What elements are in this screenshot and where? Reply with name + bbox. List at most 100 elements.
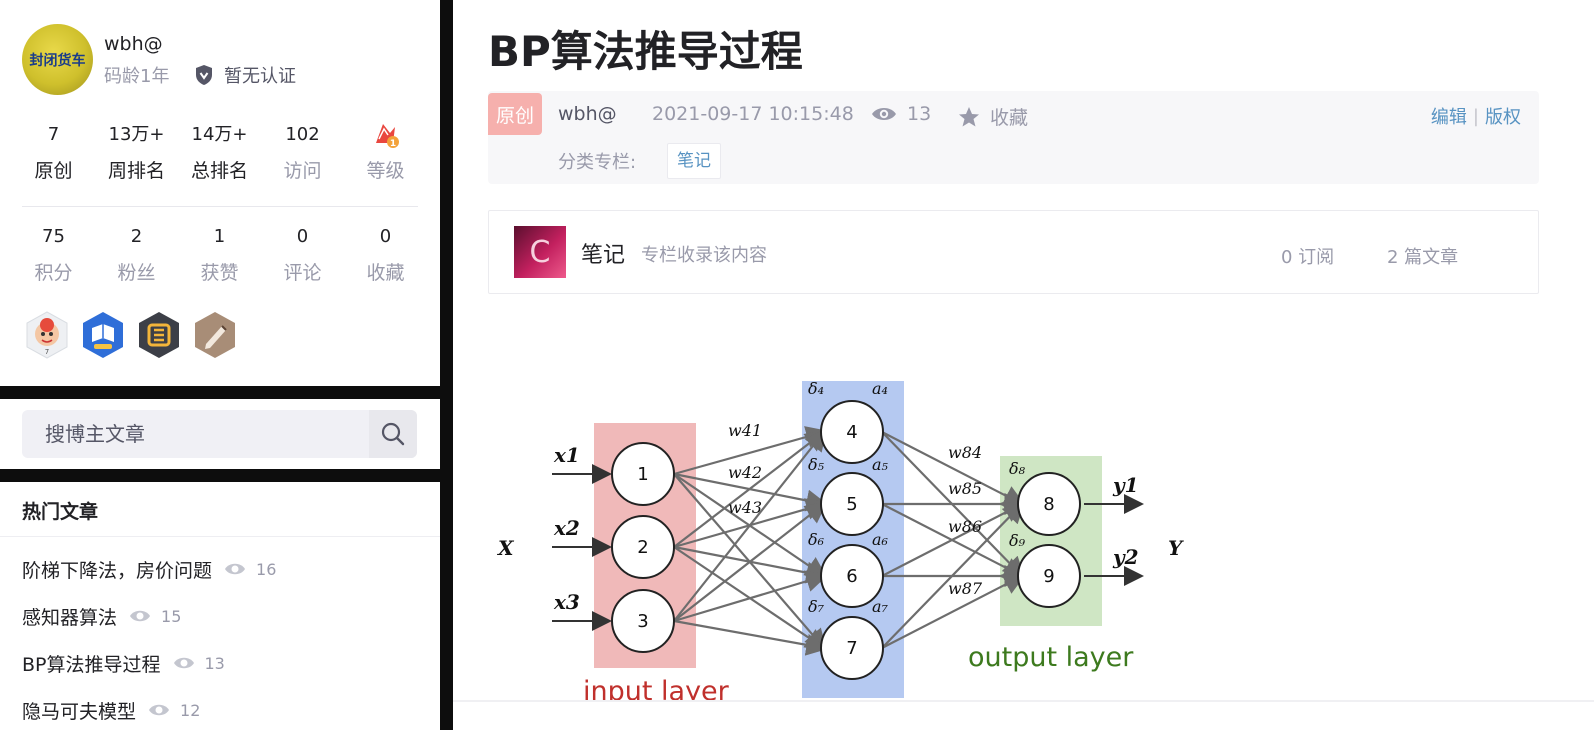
weight-w84: w84	[948, 443, 982, 462]
stat-level[interactable]: 1 等级	[344, 120, 427, 184]
svg-text:δ₇: δ₇	[808, 597, 825, 616]
original-tag: 原创	[488, 93, 542, 135]
stat-original[interactable]: 7 原创	[12, 120, 95, 184]
stats-row-2: 75 积分 2 粉丝 1 获赞 0 评论 0 收藏	[12, 222, 427, 286]
search-card	[0, 399, 440, 469]
hot-articles-card: 热门文章 阶梯下降法，房价问题 16 感知器算法 15 BP算法推导过程 13 …	[0, 482, 440, 730]
level-icon: 1	[344, 120, 427, 150]
shield-icon	[196, 65, 212, 85]
node-9: 9	[1043, 566, 1054, 587]
hot-article-title[interactable]: 感知器算法	[22, 603, 117, 630]
star-icon	[959, 106, 979, 126]
avatar[interactable]: 封闭货车	[22, 24, 93, 95]
label-x2: x2	[553, 516, 580, 540]
node-5: 5	[846, 494, 857, 515]
stats-divider	[22, 206, 418, 207]
category-label: 分类专栏:	[558, 152, 637, 173]
eye-icon	[872, 108, 896, 120]
publish-date: 2021-09-17 10:15:48	[652, 103, 854, 125]
label-X: X	[496, 536, 515, 560]
article-meta: 原创 wbh@ 2021-09-17 10:15:48 13 收藏 编辑 | 版…	[488, 91, 1539, 184]
stat-label: 访问	[283, 160, 322, 182]
svg-text:1: 1	[389, 139, 395, 149]
copyright-link[interactable]: 版权	[1485, 103, 1521, 129]
monkey-badge-icon[interactable]: 7	[24, 310, 70, 360]
column-card[interactable]: C 笔记 专栏收录该内容 0 订阅 2 篇文章	[488, 210, 1539, 294]
stat-num: 0	[379, 226, 392, 247]
author-link[interactable]: wbh@	[558, 103, 617, 125]
stat-likes: 1 获赞	[178, 222, 261, 286]
stat-fans[interactable]: 2 粉丝	[95, 222, 178, 286]
label-y1: y1	[1112, 473, 1139, 497]
hot-articles-list: 阶梯下降法，房价问题 16 感知器算法 15 BP算法推导过程 13 隐马可夫模…	[22, 556, 276, 730]
book-badge-icon[interactable]	[80, 310, 126, 360]
svg-text:7: 7	[45, 348, 49, 356]
persistence-badge-icon[interactable]	[136, 310, 182, 360]
pen-badge-icon[interactable]	[192, 310, 238, 360]
stat-num: 75	[42, 226, 65, 247]
node-1: 1	[637, 464, 648, 485]
column-articles: 2 篇文章	[1387, 247, 1459, 268]
stat-label: 总排名	[190, 160, 248, 182]
stat-label: 收藏	[366, 262, 405, 284]
eye-icon	[225, 563, 246, 575]
hot-divider	[0, 536, 440, 537]
hot-article-views: 13	[204, 654, 225, 673]
weight-w87: w87	[948, 579, 983, 598]
eye-icon	[130, 610, 151, 622]
hot-article-title[interactable]: BP算法推导过程	[22, 650, 161, 677]
link-separator: |	[1472, 105, 1479, 127]
edit-link[interactable]: 编辑	[1431, 103, 1467, 129]
bp-network-figure: 1 2 3 4 5 6 7 8 9 X Y x1 x2 x3 y1 y2 w41…	[496, 379, 1184, 700]
svg-text:δ₆: δ₆	[808, 530, 825, 549]
stat-favorites: 0 收藏	[344, 222, 427, 286]
column-desc: 专栏收录该内容	[641, 245, 767, 266]
svg-text:a₄: a₄	[872, 379, 888, 398]
eye-icon	[173, 657, 194, 669]
search-button[interactable]	[369, 410, 417, 458]
badges: 7	[24, 310, 238, 360]
cert-label: 暂无认证	[224, 66, 296, 87]
svg-text:a₇: a₇	[872, 597, 889, 616]
stat-total-rank[interactable]: 14万+ 总排名	[178, 120, 261, 184]
svg-text:δ₉: δ₉	[1009, 531, 1026, 550]
hot-article-title[interactable]: 阶梯下降法，房价问题	[22, 556, 212, 583]
stat-label: 等级	[366, 160, 405, 182]
hot-article-views: 16	[256, 560, 277, 579]
hot-article-title[interactable]: 隐马可夫模型	[22, 697, 136, 724]
stat-label: 评论	[283, 262, 322, 284]
view-count: 13	[871, 103, 931, 125]
column-cover[interactable]: C	[514, 226, 566, 278]
node-6: 6	[846, 566, 857, 587]
stat-label: 原创	[34, 160, 73, 182]
column-name[interactable]: 笔记	[581, 237, 625, 269]
label-x3: x3	[553, 590, 580, 614]
certification[interactable]: 暂无认证	[194, 62, 296, 88]
edit-links: 编辑 | 版权	[1431, 103, 1521, 129]
stat-num: 2	[130, 226, 143, 247]
column-subscriptions: 0 订阅	[1281, 247, 1335, 268]
hot-article-item[interactable]: 阶梯下降法，房价问题 16	[22, 556, 276, 603]
label-Y: Y	[1168, 536, 1184, 560]
hot-article-item[interactable]: 感知器算法 15	[22, 603, 276, 650]
hot-article-views: 15	[161, 607, 182, 626]
stat-week-rank[interactable]: 13万+ 周排名	[95, 120, 178, 184]
stat-num: 14万+	[191, 124, 248, 145]
view-count-value: 13	[907, 103, 932, 125]
node-3: 3	[637, 611, 648, 632]
avatar-text: 封闭货车	[29, 52, 86, 69]
hot-article-item[interactable]: 隐马可夫模型 12	[22, 697, 276, 730]
favorite-label: 收藏	[990, 107, 1029, 129]
hot-article-item[interactable]: BP算法推导过程 13	[22, 650, 276, 697]
search-input[interactable]	[22, 410, 369, 458]
hot-articles-title: 热门文章	[22, 501, 99, 523]
svg-text:δ₈: δ₈	[1009, 459, 1026, 478]
stat-num: 7	[47, 124, 60, 145]
favorite-button[interactable]: 收藏	[958, 103, 1028, 130]
search-box	[22, 410, 417, 458]
category-tag[interactable]: 笔记	[667, 143, 721, 179]
search-icon	[381, 422, 405, 446]
stat-label: 粉丝	[117, 262, 156, 284]
username[interactable]: wbh@	[104, 33, 163, 55]
eye-icon	[149, 704, 170, 716]
